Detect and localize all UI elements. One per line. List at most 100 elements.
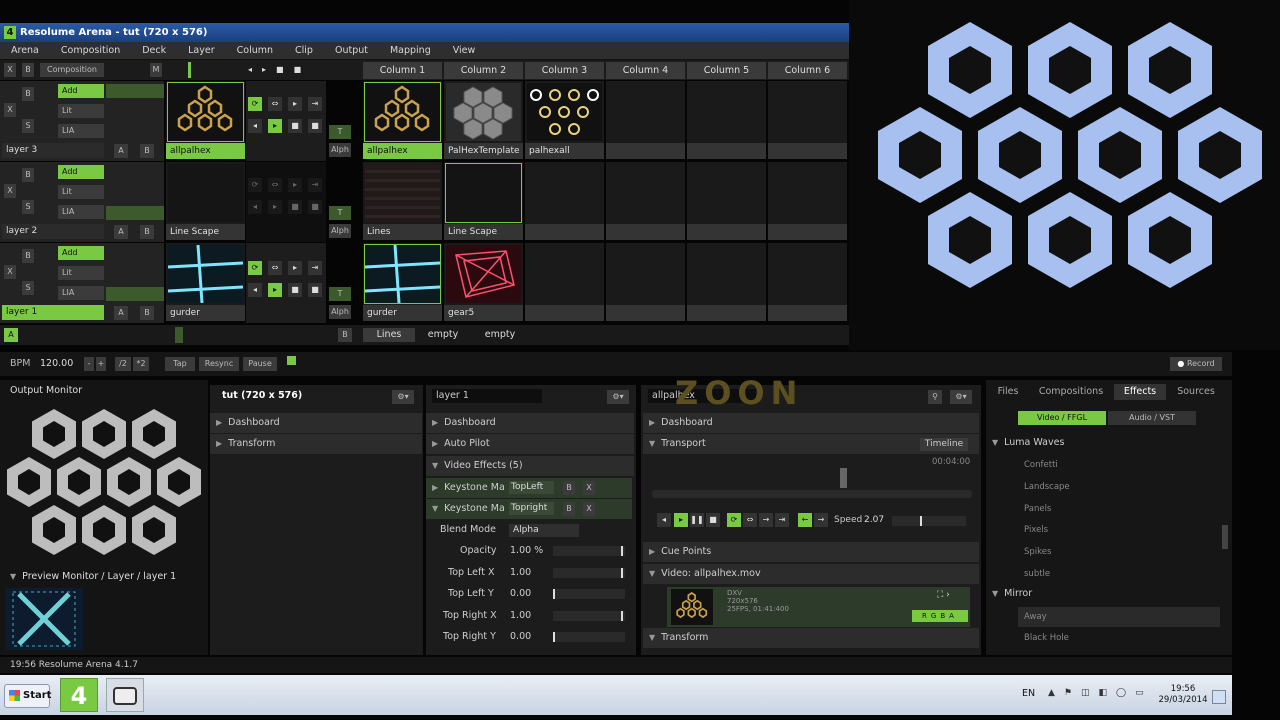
layer-1-opacity-slider[interactable] bbox=[106, 287, 164, 301]
playhead-marker[interactable] bbox=[840, 468, 847, 488]
clip-slot-empty[interactable] bbox=[525, 243, 604, 321]
layer-3-current-clip[interactable]: allpalhex bbox=[166, 81, 245, 159]
forward-icon[interactable]: ▸ bbox=[288, 261, 302, 275]
top-left-y-value[interactable]: 0.00 bbox=[510, 584, 531, 604]
layer-2-name[interactable]: layer 2 bbox=[2, 224, 104, 239]
back-icon[interactable]: ◂ bbox=[248, 283, 262, 297]
clip-panel-menu-icon[interactable]: ⚙▾ bbox=[950, 390, 972, 404]
tray-icons[interactable]: ▲⚑◫◧◯▭ bbox=[1048, 688, 1153, 698]
layer-1-a-button[interactable]: A bbox=[114, 306, 128, 320]
clip-pingpong-icon[interactable]: ⇔ bbox=[743, 513, 757, 527]
effect-item[interactable]: Landscape bbox=[1024, 477, 1070, 497]
keystone-effect-2-bypass[interactable]: B bbox=[563, 502, 575, 516]
keystone-effect-1-remove[interactable]: X bbox=[583, 481, 595, 495]
clip-skip-icon[interactable]: ⇥ bbox=[775, 513, 789, 527]
layer-2-bb-button[interactable]: B bbox=[140, 225, 154, 239]
layer-2-lit-button[interactable]: Lit bbox=[58, 185, 104, 199]
layer-2-current-clip[interactable]: Line Scape bbox=[166, 162, 245, 240]
loop-icon[interactable]: ⟳ bbox=[248, 178, 262, 192]
video-source-row[interactable]: ▼ Video: allpalhex.mov bbox=[643, 564, 979, 584]
blend-mode-select[interactable]: Alpha bbox=[509, 524, 579, 537]
timeline-dropdown[interactable]: Timeline bbox=[920, 438, 968, 451]
clip-slot-empty[interactable] bbox=[525, 162, 604, 240]
layer-3-name[interactable]: layer 3 bbox=[2, 143, 104, 158]
clip-loop-icon[interactable]: ⟳ bbox=[727, 513, 741, 527]
composition-button[interactable]: Composition bbox=[40, 63, 104, 77]
bpm-value[interactable]: 120.00 bbox=[40, 356, 73, 372]
bpm-mul2-button[interactable]: *2 bbox=[133, 357, 149, 371]
show-desktop-icon[interactable] bbox=[1212, 690, 1226, 704]
layer-1-x-button[interactable]: X bbox=[4, 265, 16, 279]
keystone-effect-1-bypass[interactable]: B bbox=[563, 481, 575, 495]
layer-3-lit-button[interactable]: Lit bbox=[58, 104, 104, 118]
speed-value[interactable]: 2.07 bbox=[864, 515, 884, 525]
menu-deck[interactable]: Deck bbox=[131, 42, 177, 60]
clip-lines[interactable]: Lines bbox=[363, 162, 442, 240]
browser-tab-effects[interactable]: Effects bbox=[1114, 384, 1166, 400]
layer-2-opacity-slider[interactable] bbox=[106, 206, 164, 220]
subtab-audio-vst[interactable]: Audio / VST bbox=[1108, 411, 1196, 425]
clip-slot-empty[interactable] bbox=[768, 162, 847, 240]
clip-slot-empty[interactable] bbox=[768, 81, 847, 159]
record-button[interactable]: ● Record bbox=[1170, 357, 1222, 371]
playmode-icon[interactable]: ⇔ bbox=[268, 178, 282, 192]
bpm-plus-button[interactable]: + bbox=[96, 357, 106, 371]
layer-panel-name-field[interactable]: layer 1 bbox=[432, 389, 542, 403]
top-right-x-slider[interactable] bbox=[553, 611, 625, 621]
column-header-2[interactable]: Column 2 bbox=[444, 62, 523, 79]
pause-icon[interactable]: ■ bbox=[288, 119, 302, 133]
speed-slider[interactable] bbox=[892, 516, 966, 526]
column-header-6[interactable]: Column 6 bbox=[768, 62, 847, 79]
clip-transform-row[interactable]: ▼ Transform bbox=[643, 628, 979, 648]
browser-tab-sources[interactable]: Sources bbox=[1170, 384, 1222, 400]
collapse-triangle-icon[interactable]: ▼ bbox=[10, 572, 16, 581]
top-right-y-value[interactable]: 0.00 bbox=[510, 627, 531, 647]
stop-icon[interactable]: ■ bbox=[308, 119, 322, 133]
opacity-slider[interactable] bbox=[553, 546, 625, 556]
clip-search-icon[interactable]: ⚲ bbox=[928, 390, 942, 404]
cue-points-row[interactable]: ▶ Cue Points bbox=[643, 542, 979, 562]
forward-icon[interactable]: ▸ bbox=[288, 97, 302, 111]
layer-dashboard-row[interactable]: ▶ Dashboard bbox=[426, 413, 634, 433]
clip-slot-empty[interactable] bbox=[606, 162, 685, 240]
layer-1-current-clip[interactable]: gurder bbox=[166, 243, 245, 321]
clip-gurder[interactable]: gurder bbox=[363, 243, 442, 321]
layer-3-opacity-slider[interactable] bbox=[106, 84, 164, 98]
layer-2-s-button[interactable]: S bbox=[22, 200, 34, 214]
start-button[interactable]: Start bbox=[4, 684, 51, 708]
video-effects-row[interactable]: ▼ Video Effects (5) bbox=[426, 456, 634, 476]
top-left-y-slider[interactable] bbox=[553, 589, 625, 599]
clip-slot-empty[interactable] bbox=[606, 81, 685, 159]
back-icon[interactable]: ◂ bbox=[248, 200, 262, 214]
clip-stop-icon[interactable]: ■ bbox=[706, 513, 720, 527]
layer-1-lia-button[interactable]: LIA bbox=[58, 286, 104, 300]
tap-button[interactable]: Tap bbox=[165, 357, 195, 371]
pause-icon[interactable]: ■ bbox=[288, 200, 302, 214]
layer-3-x-button[interactable]: X bbox=[4, 103, 16, 117]
top-right-y-slider[interactable] bbox=[553, 632, 625, 642]
skip-icon[interactable]: ⇥ bbox=[308, 97, 322, 111]
video-channel-buttons[interactable]: RGBA bbox=[912, 610, 968, 622]
composition-b-button[interactable]: B bbox=[22, 63, 34, 77]
subtab-video-ffgl[interactable]: Video / FFGL bbox=[1018, 411, 1106, 425]
menu-layer[interactable]: Layer bbox=[177, 42, 226, 60]
layer-3-add-button[interactable]: Add bbox=[58, 84, 104, 98]
effect-item[interactable]: Pixels bbox=[1024, 520, 1048, 540]
effect-item[interactable]: Confetti bbox=[1024, 455, 1058, 475]
composition-m-button[interactable]: M bbox=[150, 63, 162, 77]
clip-linescape[interactable]: Line Scape bbox=[444, 162, 523, 240]
clip-timeline-bar[interactable] bbox=[652, 490, 972, 498]
clip-slot-empty[interactable] bbox=[768, 243, 847, 321]
layer-3-t-button[interactable]: T bbox=[329, 125, 351, 139]
effect-group-mirror[interactable]: ▼ Mirror bbox=[992, 584, 1032, 604]
composition-panel-menu-icon[interactable]: ⚙▾ bbox=[392, 390, 414, 404]
language-indicator[interactable]: EN bbox=[1022, 688, 1035, 699]
stop-icon[interactable]: ■ bbox=[308, 283, 322, 297]
play-icon[interactable]: ▸ bbox=[268, 283, 282, 297]
layer-1-bb-button[interactable]: B bbox=[140, 306, 154, 320]
resolume-taskbar-icon[interactable]: 4 bbox=[60, 678, 98, 712]
loop-icon[interactable]: ⟳ bbox=[248, 97, 262, 111]
layer-2-lia-button[interactable]: LIA bbox=[58, 205, 104, 219]
layer-3-lia-button[interactable]: LIA bbox=[58, 124, 104, 138]
clip-pause-icon[interactable]: ❚❚ bbox=[690, 513, 704, 527]
